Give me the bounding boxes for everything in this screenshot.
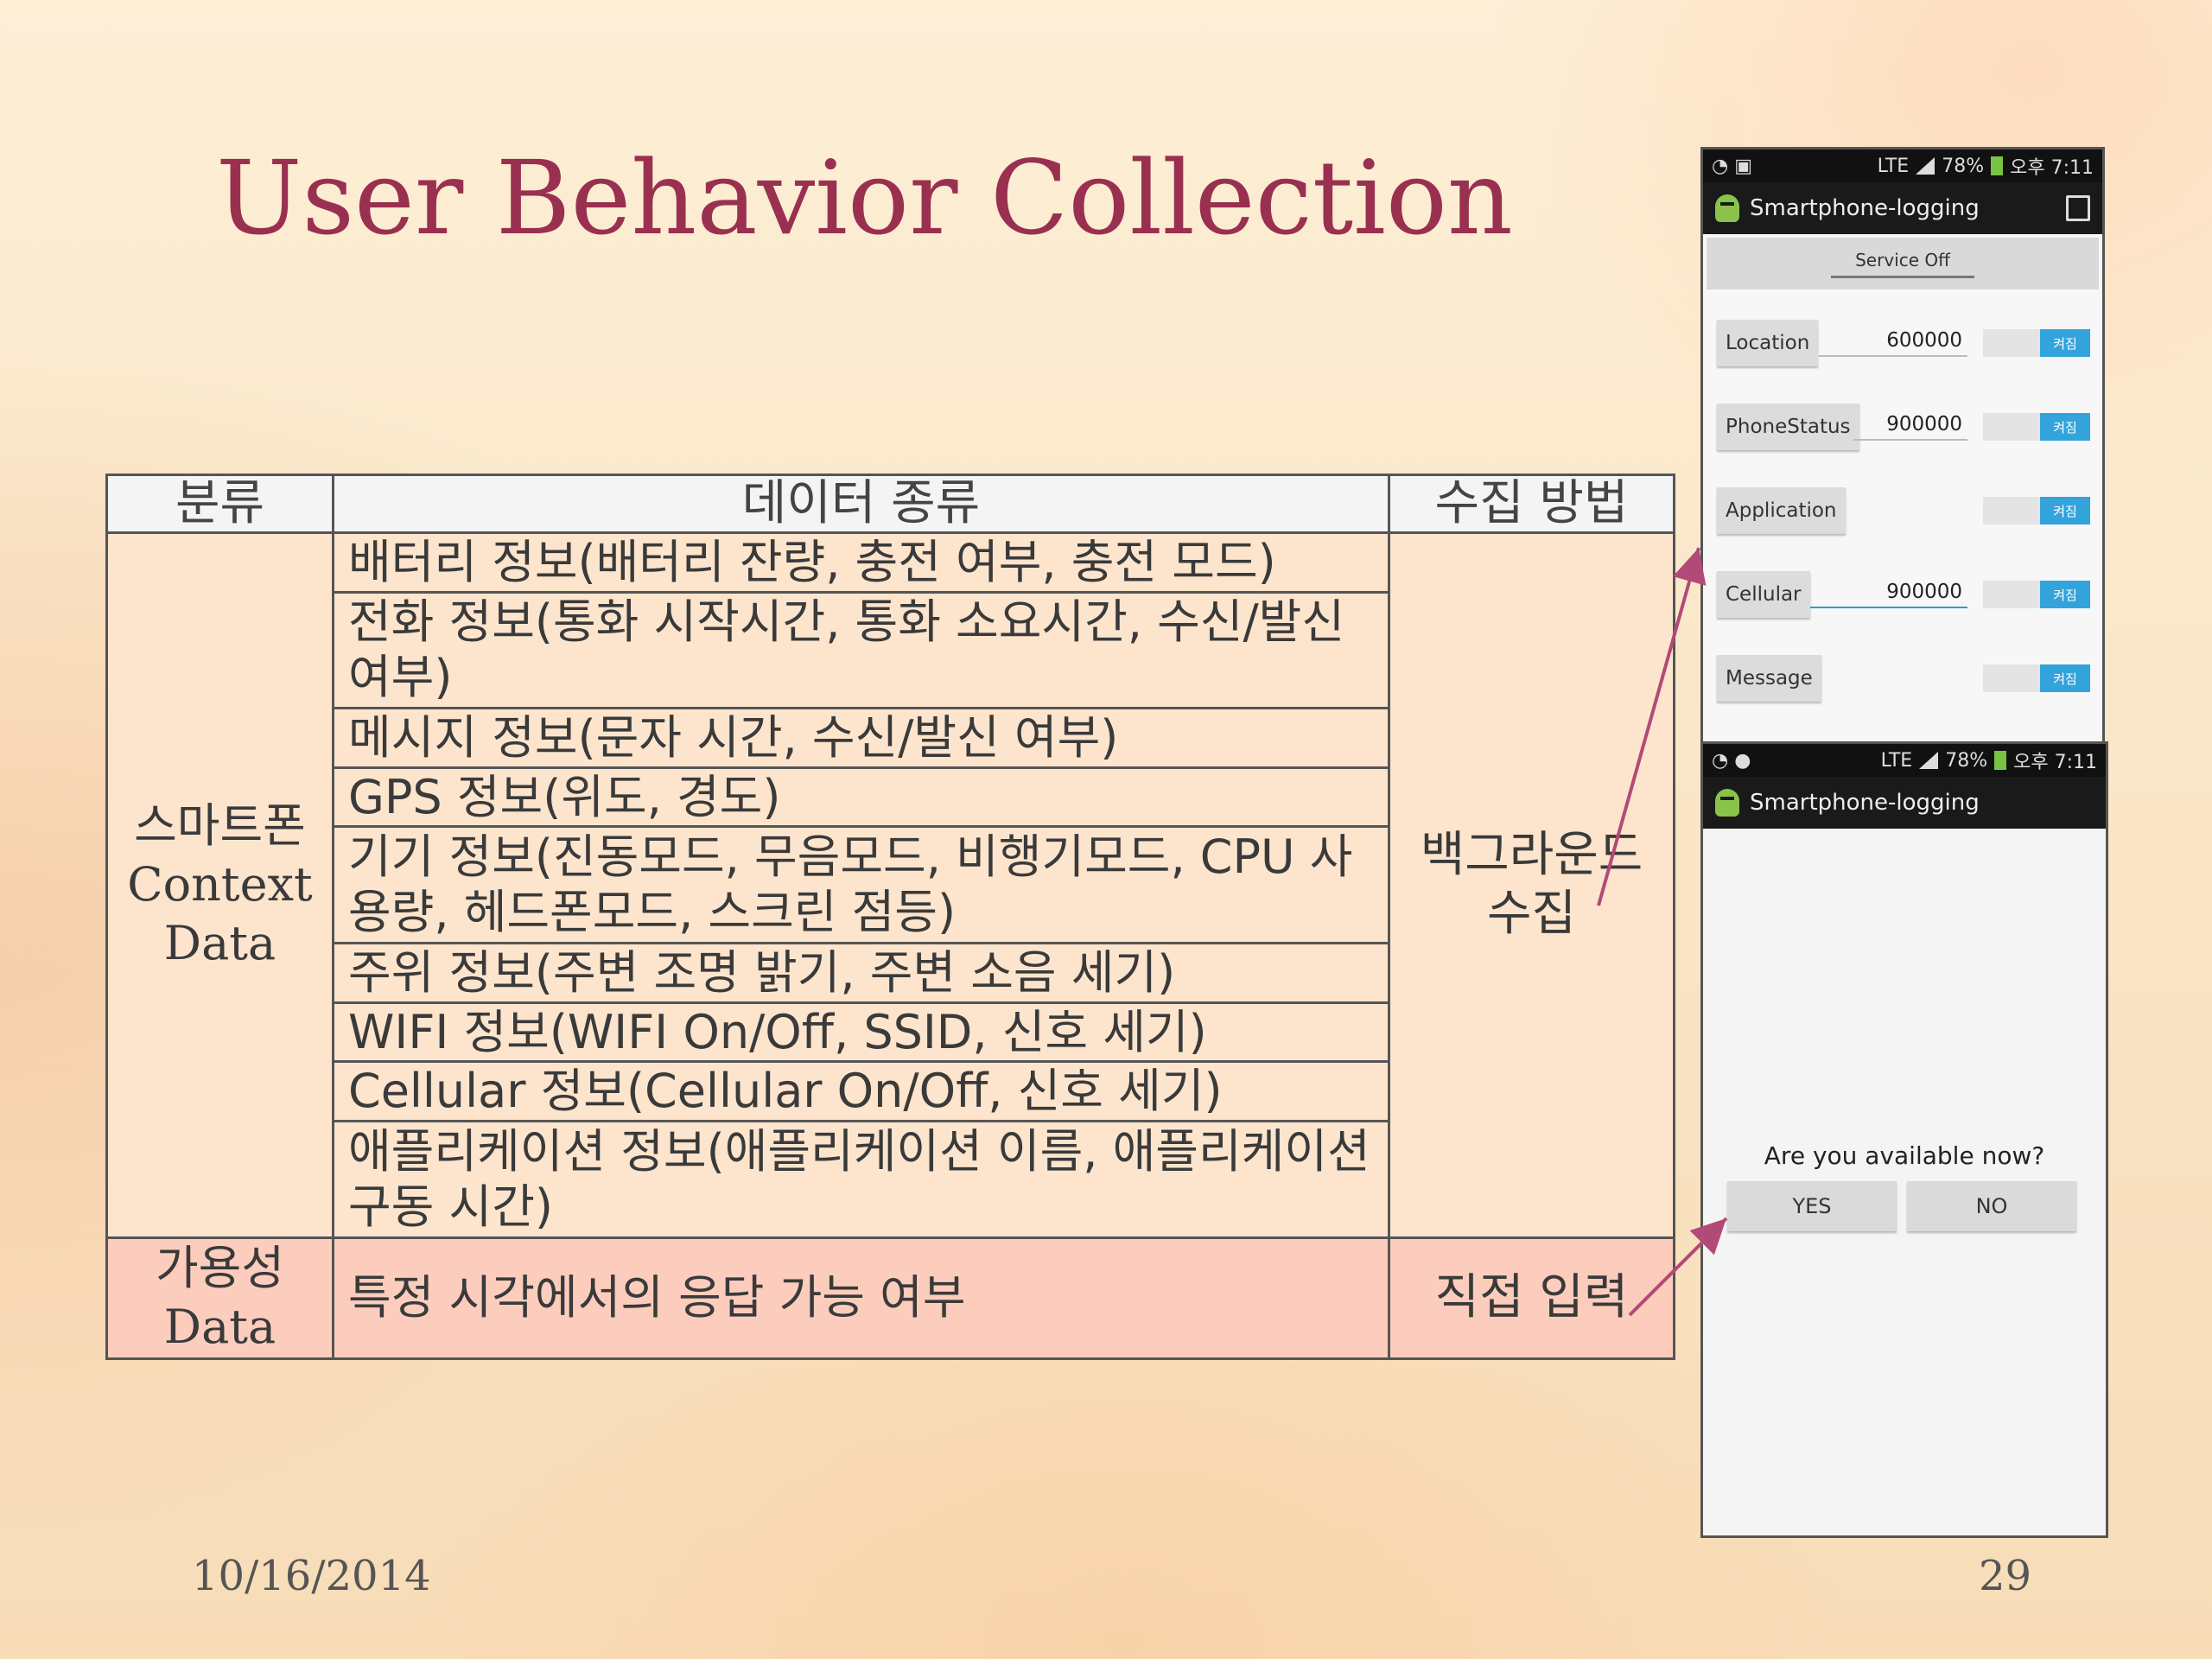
header-data-type: 데이터 종류 xyxy=(332,474,1390,534)
phonestatus-interval-input[interactable]: 900000 xyxy=(1853,413,1967,441)
phonestatus-toggle[interactable]: 켜짐 xyxy=(1983,413,2090,441)
table-row: 스마트폰 Context Data 배터리 정보(배터리 잔량, 충전 여부, … xyxy=(105,531,1675,1239)
battery-icon xyxy=(1991,156,2004,175)
data-item: 메시지 정보(문자 시간, 수신/발신 여부) xyxy=(332,707,1390,769)
slide-date: 10/16/2014 xyxy=(192,1552,431,1600)
app-title: Smartphone-logging xyxy=(1750,790,1980,816)
table-header-row: 분류 데이터 종류 수집 방법 xyxy=(105,474,1675,534)
status-time: 오후 7:11 xyxy=(2013,752,2097,773)
battery-icon xyxy=(1994,751,2007,770)
notification-icon: ◔ ▣ xyxy=(1712,155,1752,177)
cellular-button[interactable]: Cellular xyxy=(1717,571,1810,618)
app-bar: Smartphone-logging xyxy=(1703,777,2106,829)
no-button[interactable]: NO xyxy=(1907,1181,2076,1231)
toggle-on-label: 켜짐 xyxy=(2040,664,2090,692)
data-table: 분류 데이터 종류 수집 방법 스마트폰 Context Data 배터리 정보… xyxy=(105,474,1675,1361)
method-line: 수집 xyxy=(1486,886,1577,943)
category-en: Data xyxy=(163,916,276,971)
app-title: Smartphone-logging xyxy=(1750,195,1980,221)
category-smartphone: 스마트폰 Context Data xyxy=(105,531,334,1239)
toggle-on-label: 켜짐 xyxy=(2040,329,2090,357)
application-button[interactable]: Application xyxy=(1717,487,1846,534)
status-time: 오후 7:11 xyxy=(2010,157,2094,179)
location-interval-input[interactable]: 600000 xyxy=(1819,329,1967,357)
slide-title: User Behavior Collection xyxy=(216,138,1513,257)
toggle-on-label: 켜짐 xyxy=(2040,413,2090,441)
battery-percent: 78% xyxy=(1945,749,1988,772)
network-label: LTE xyxy=(1880,749,1913,772)
toggle-on-label: 켜짐 xyxy=(2040,581,2090,608)
signal-icon xyxy=(1919,752,1939,769)
toggle-on-label: 켜짐 xyxy=(2040,497,2090,524)
data-item: 특정 시각에서의 응답 가능 여부 xyxy=(332,1236,1390,1361)
android-icon xyxy=(1715,789,1739,817)
setting-row-location: Location 600000 켜짐 xyxy=(1717,316,2090,370)
cellular-toggle[interactable]: 켜짐 xyxy=(1983,581,2090,608)
data-item: GPS 정보(위도, 경도) xyxy=(332,766,1390,829)
android-icon xyxy=(1715,194,1739,222)
data-item: 전화 정보(통화 시작시간, 통화 소요시간, 수신/발신 여부) xyxy=(332,590,1390,710)
notification-icon: ◔ ● xyxy=(1712,749,1751,772)
method-line: 백그라운드 xyxy=(1420,827,1643,884)
battery-percent: 78% xyxy=(1942,155,1985,177)
header-category: 분류 xyxy=(105,474,334,534)
signal-icon xyxy=(1916,157,1936,175)
message-button[interactable]: Message xyxy=(1717,655,1821,702)
category-availability: 가용성 Data xyxy=(105,1236,334,1361)
phone-screenshot-settings: ◔ ▣ LTE 78% 오후 7:11 Smartphone-logging S… xyxy=(1700,147,2105,757)
service-label: Service Off xyxy=(1831,250,1974,278)
cellular-interval-input[interactable]: 900000 xyxy=(1810,581,1967,608)
category-ko: 가용성 xyxy=(155,1241,285,1296)
category-ko: 스마트폰 xyxy=(134,798,306,854)
phonestatus-button[interactable]: PhoneStatus xyxy=(1717,404,1859,450)
data-item: 배터리 정보(배터리 잔량, 충전 여부, 충전 모드) xyxy=(332,531,1390,594)
app-bar: Smartphone-logging xyxy=(1703,182,2102,234)
table-row-availability: 가용성 Data 특정 시각에서의 응답 가능 여부 직접 입력 xyxy=(105,1236,1675,1361)
data-item: 애플리케이션 정보(애플리케이션 이름, 애플리케이션 구동 시간) xyxy=(332,1119,1390,1239)
yes-button[interactable]: YES xyxy=(1727,1181,1897,1231)
availability-prompt: Are you available now? xyxy=(1764,1141,2045,1170)
data-item: 주위 정보(주변 조명 밝기, 주변 소음 세기) xyxy=(332,942,1390,1004)
category-en: Context xyxy=(127,857,313,912)
setting-row-message: Message 켜짐 xyxy=(1717,652,2090,705)
location-button[interactable]: Location xyxy=(1717,320,1819,366)
method-manual: 직접 입력 xyxy=(1388,1236,1675,1361)
save-icon[interactable] xyxy=(2066,195,2090,221)
setting-row-phonestatus: PhoneStatus 900000 켜짐 xyxy=(1717,400,2090,454)
phone-screenshot-prompt: ◔ ● LTE 78% 오후 7:11 Smartphone-logging A… xyxy=(1700,741,2108,1538)
service-toggle-button[interactable]: Service Off xyxy=(1707,238,2099,289)
setting-row-cellular: Cellular 900000 켜짐 xyxy=(1717,568,2090,621)
slide-page-number: 29 xyxy=(1979,1552,2032,1600)
category-en: Data xyxy=(163,1300,276,1355)
method-background: 백그라운드 수집 xyxy=(1388,531,1675,1239)
data-item: WIFI 정보(WIFI On/Off, SSID, 신호 세기) xyxy=(332,1001,1390,1064)
status-bar: ◔ ▣ LTE 78% 오후 7:11 xyxy=(1703,149,2102,182)
location-toggle[interactable]: 켜짐 xyxy=(1983,329,2090,357)
header-method: 수집 방법 xyxy=(1388,474,1675,534)
status-bar: ◔ ● LTE 78% 오후 7:11 xyxy=(1703,744,2106,777)
data-item: Cellular 정보(Cellular On/Off, 신호 세기) xyxy=(332,1060,1390,1122)
message-toggle[interactable]: 켜짐 xyxy=(1983,664,2090,692)
setting-row-application: Application 켜짐 xyxy=(1717,484,2090,537)
data-item: 기기 정보(진동모드, 무음모드, 비행기모드, CPU 사용량, 헤드폰모드,… xyxy=(332,825,1390,945)
network-label: LTE xyxy=(1877,155,1910,177)
application-toggle[interactable]: 켜짐 xyxy=(1983,497,2090,524)
